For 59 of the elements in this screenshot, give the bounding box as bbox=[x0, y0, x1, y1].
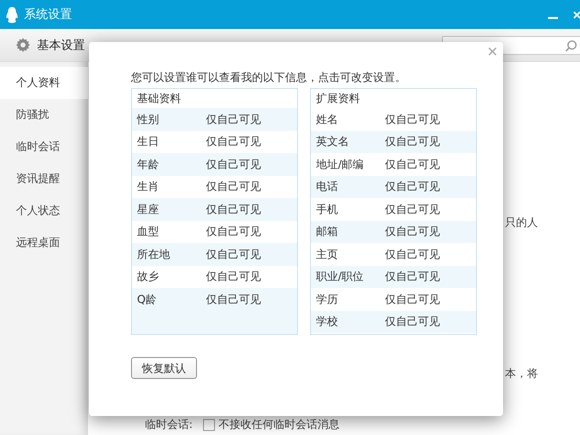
close-icon[interactable] bbox=[486, 45, 499, 58]
field-label: 血型 bbox=[136, 224, 160, 240]
visibility-setting[interactable]: 仅自己可见 bbox=[385, 269, 440, 284]
visibility-setting[interactable]: 仅自己可见 bbox=[206, 156, 261, 172]
field-label: 邮箱 bbox=[315, 224, 339, 240]
table-title: 基础资料 bbox=[132, 89, 297, 108]
field-label: 所在地 bbox=[136, 246, 171, 262]
field-label: 生肖 bbox=[136, 179, 160, 194]
field-label: 学校 bbox=[315, 314, 339, 330]
penguin-icon bbox=[5, 6, 19, 22]
visibility-setting[interactable]: 仅自己可见 bbox=[385, 314, 440, 330]
visibility-setting[interactable]: 仅自己可见 bbox=[206, 269, 261, 284]
setting-label: 临时会话: bbox=[145, 417, 193, 432]
field-label: 英文名 bbox=[315, 134, 350, 150]
field-label: 星座 bbox=[136, 202, 160, 217]
visibility-setting[interactable]: 仅自己可见 bbox=[206, 246, 261, 262]
visibility-setting[interactable]: 仅自己可见 bbox=[206, 202, 261, 217]
field-label: Q龄 bbox=[136, 292, 158, 307]
visibility-setting[interactable]: 仅自己可见 bbox=[385, 156, 440, 172]
checkbox-label[interactable]: 不接收任何临时会话消息 bbox=[218, 417, 340, 432]
checkbox[interactable] bbox=[202, 418, 215, 430]
field-label: 年龄 bbox=[136, 156, 160, 172]
sidebar-item[interactable]: 个人资料 bbox=[0, 67, 88, 99]
visibility-setting[interactable]: 仅自己可见 bbox=[206, 292, 261, 307]
visibility-setting[interactable]: 仅自己可见 bbox=[385, 134, 440, 150]
field-label: 地址/邮编 bbox=[315, 156, 365, 172]
visibility-setting[interactable]: 仅自己可见 bbox=[385, 224, 440, 240]
sidebar-item[interactable]: 远程桌面 bbox=[0, 227, 88, 259]
visibility-setting[interactable]: 仅自己可见 bbox=[206, 179, 261, 194]
gear-icon bbox=[15, 37, 31, 53]
visibility-setting[interactable]: 仅自己可见 bbox=[385, 112, 440, 127]
visibility-setting[interactable]: 仅自己可见 bbox=[206, 112, 261, 127]
visibility-setting[interactable]: 仅自己可见 bbox=[206, 224, 261, 240]
field-label: 主页 bbox=[315, 246, 339, 262]
sidebar-item[interactable]: 临时会话 bbox=[0, 131, 88, 163]
visibility-setting[interactable]: 仅自己可见 bbox=[206, 134, 261, 150]
sidebar-item[interactable]: 资讯提醒 bbox=[0, 163, 88, 195]
sidebar-item[interactable]: 个人状态 bbox=[0, 195, 88, 227]
field-label: 手机 bbox=[315, 202, 339, 217]
visibility-setting[interactable]: 仅自己可见 bbox=[385, 179, 440, 194]
sidebar-item[interactable]: 防骚扰 bbox=[0, 99, 88, 131]
field-label: 生日 bbox=[136, 134, 160, 150]
setting-text: 只的人 bbox=[505, 215, 539, 230]
toolbar-tab[interactable]: 基本设置 bbox=[15, 36, 85, 54]
search-icon bbox=[565, 40, 577, 52]
visibility-setting[interactable]: 仅自己可见 bbox=[385, 246, 440, 262]
window-title: 系统设置 bbox=[24, 6, 73, 23]
field-label: 故乡 bbox=[136, 269, 160, 284]
intro-text: 您可以设置谁可以查看我的以下信息，点击可改变设置。 bbox=[131, 71, 407, 86]
visibility-setting[interactable]: 仅自己可见 bbox=[385, 292, 440, 307]
field-label: 学历 bbox=[315, 292, 339, 307]
setting-text: 本，将 bbox=[505, 366, 539, 381]
field-label: 电话 bbox=[315, 179, 339, 194]
close-icon[interactable] bbox=[572, 8, 580, 20]
visibility-setting[interactable]: 仅自己可见 bbox=[385, 202, 440, 217]
field-label: 性别 bbox=[136, 112, 160, 127]
field-label: 职业/职位 bbox=[315, 269, 365, 284]
field-label: 姓名 bbox=[315, 112, 339, 127]
restore-defaults-button[interactable]: 恢复默认 bbox=[131, 357, 197, 379]
